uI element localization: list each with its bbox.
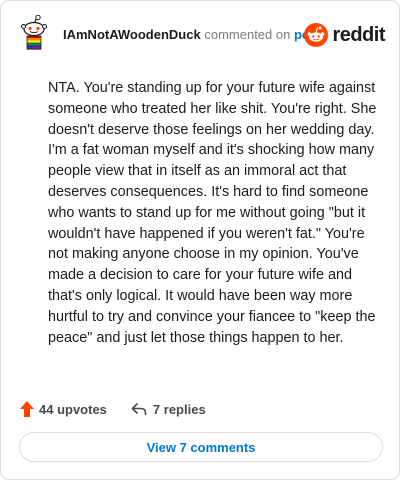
commented-on-text: commented on [204,27,291,42]
username-link[interactable]: IAmNotAWoodenDuck [63,27,201,42]
upvote-count: 44 upvotes [39,401,107,417]
replies-button[interactable]: 7 replies [131,402,206,417]
snoo-avatar-icon [21,14,47,50]
view-comments-button[interactable]: View 7 comments [19,432,383,462]
reddit-logo-icon [304,23,329,47]
replies-count: 7 replies [152,401,206,417]
upvote-arrow-icon [20,401,34,417]
comment-card: IAmNotAWoodenDuck commented on post redd… [0,0,400,480]
comment-meta: IAmNotAWoodenDuck commented on post [63,27,321,43]
comment-body: NTA. You're standing up for your future … [48,80,377,346]
reddit-wordmark: reddit [332,23,385,46]
user-avatar[interactable] [17,14,51,51]
reply-arrow-icon [131,403,147,416]
upvote-button[interactable]: 44 upvotes [19,400,107,418]
comment-header: IAmNotAWoodenDuck commented on post redd… [17,14,385,51]
reddit-brand[interactable]: reddit [304,23,385,47]
comment-actions: 44 upvotes 7 replies [19,398,206,420]
